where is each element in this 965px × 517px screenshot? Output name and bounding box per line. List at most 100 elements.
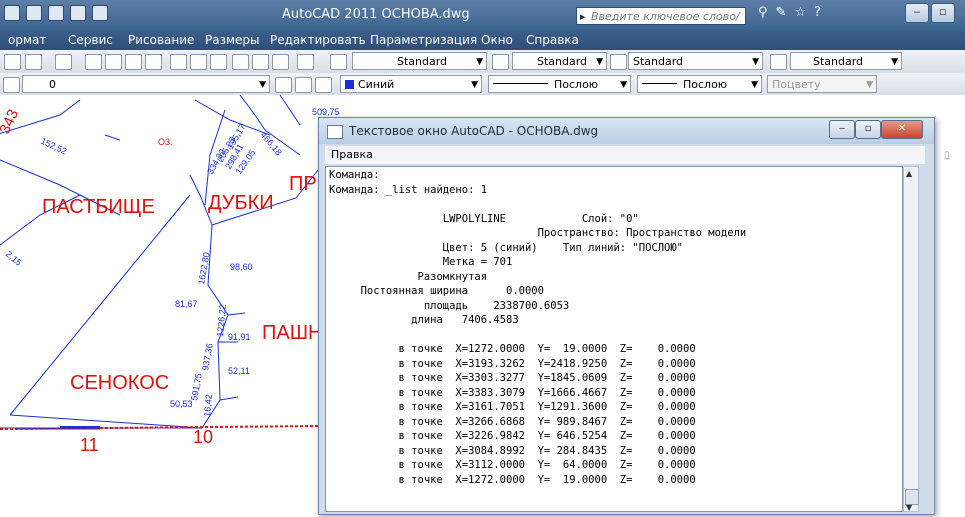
linetype-value: Послою (554, 78, 599, 91)
text-style-select[interactable]: Standard ▼ (352, 52, 487, 70)
favorite-icon[interactable]: ☆ (794, 5, 806, 20)
menu-modify[interactable]: Редактировать (270, 33, 366, 47)
dim-style-icon[interactable] (492, 54, 509, 70)
text-style-icon[interactable] (330, 54, 347, 70)
output-line: в точке X=1272.0000 Y= 19.0000 Z= 0.0000 (329, 343, 696, 355)
linetype-select[interactable]: Послою ▼ (488, 75, 631, 93)
maximize-button[interactable]: ▫ (855, 120, 881, 139)
scroll-up-icon[interactable]: ▲ (906, 169, 912, 178)
app-titlebar: AutoCAD 2011 OCHOBA.dwg Введите ключевое… (0, 0, 965, 41)
zoom-previous-icon[interactable] (145, 54, 162, 70)
menu-window[interactable]: Окно (481, 33, 513, 47)
redo-icon[interactable] (70, 5, 86, 21)
redo-icon[interactable] (55, 54, 72, 70)
undo-icon[interactable] (48, 5, 64, 21)
chevron-down-icon: ▼ (471, 80, 478, 90)
layer-select[interactable]: 0 ▼ (22, 75, 270, 93)
zoom-realtime-icon[interactable] (105, 54, 122, 70)
print-icon[interactable] (92, 5, 108, 21)
color-select[interactable]: Синий ▼ (340, 75, 482, 93)
output-line: площадь 2338700.6053 (329, 299, 570, 312)
side-marker: ▯ (944, 150, 950, 161)
multileader-style-icon[interactable] (770, 54, 787, 70)
scroll-down-icon[interactable]: ▼ (906, 503, 912, 512)
plotstyle-select[interactable]: Поцвету ▼ (767, 75, 877, 93)
chevron-down-icon: ▼ (620, 80, 627, 90)
output-line: длина 7406.4583 (329, 314, 519, 326)
markup-icon[interactable] (252, 54, 269, 70)
multileader-style-value: Standard (813, 55, 864, 68)
design-center-icon[interactable] (190, 54, 207, 70)
dim-label: 937,36 (200, 342, 215, 371)
output-line: в точке X=3161.7051 Y=1291.3600 Z= 0.000… (329, 401, 696, 413)
output-line: в точке X=3226.9842 Y= 646.5254 Z= 0.000… (329, 430, 696, 442)
chevron-down-icon: ▼ (259, 80, 266, 90)
menu-parametric[interactable]: Параметризация (370, 33, 477, 47)
menu-dimensions[interactable]: Размеры (205, 33, 260, 47)
dim-label: 81,67 (175, 299, 198, 309)
properties-icon[interactable] (170, 54, 187, 70)
parcel-line (279, 94, 301, 126)
menu-edit[interactable]: Правка (331, 148, 373, 161)
chevron-down-icon: ▼ (751, 80, 758, 90)
table-style-icon[interactable] (610, 54, 627, 70)
menu-draw[interactable]: Рисование (128, 33, 194, 47)
dim-label: 1226,22 (215, 304, 228, 337)
edit-icon[interactable] (26, 5, 42, 21)
undo-icon[interactable] (25, 54, 42, 70)
vertical-scrollbar[interactable]: ▲ ▼ (903, 166, 919, 512)
table-style-value: Standard (633, 55, 684, 68)
dim-label: 343 (0, 107, 22, 137)
make-current-icon[interactable] (295, 77, 312, 93)
text-window-output[interactable]: Команда: Команда: _list найдено: 1 LWPOLY… (325, 166, 903, 512)
close-button[interactable]: ✕ (881, 120, 923, 139)
chevron-down-icon: ▼ (752, 57, 759, 67)
standard-toolbar: Standard ▼ Standard ▼ Standard ▼ Standard ▼ (0, 50, 965, 74)
text-window-title: Текстовое окно AutoCAD - OCHOBA.dwg (349, 124, 599, 138)
pan-icon[interactable] (85, 54, 102, 70)
binoculars-icon[interactable]: ⚲ (758, 5, 768, 20)
parcel-line (227, 312, 246, 316)
dim-label: 52,11 (228, 366, 250, 376)
chevron-down-icon: ▼ (891, 57, 898, 67)
layer-match-icon[interactable] (315, 77, 332, 93)
output-line: в точке X=3193.3262 Y=2418.9250 Z= 0.000… (329, 357, 696, 370)
dim-label: 591,75 (189, 372, 204, 401)
layer-value: 0 (49, 78, 56, 91)
save-icon[interactable] (4, 5, 20, 21)
dim-label: 98,60 (230, 262, 253, 272)
chevron-down-icon: ▼ (596, 57, 603, 67)
dim-style-select[interactable]: Standard ▼ (512, 52, 607, 70)
dim-style-value: Standard (537, 55, 588, 68)
tool-palettes-icon[interactable] (210, 54, 227, 70)
layer-state-icon[interactable] (3, 77, 20, 93)
command-history: Команда: Команда: _list найдено: 1 LWPOLY… (326, 167, 902, 488)
multileader-style-select[interactable]: Standard ▼ (790, 52, 902, 70)
chevron-down-icon: ▼ (476, 57, 483, 67)
layer-previous-icon[interactable] (275, 77, 292, 93)
lineweight-select[interactable]: Послою ▼ (637, 75, 762, 93)
minimize-button[interactable]: ‒ (829, 120, 855, 139)
menu-help[interactable]: Справка (526, 33, 579, 47)
dim-label: 50,53 (170, 399, 193, 409)
minimize-button[interactable]: ‒ (905, 3, 929, 23)
search-input[interactable]: Введите ключевое слово/фразу (576, 7, 746, 41)
tools-icon[interactable]: ✎ (776, 5, 787, 20)
zoom-window-icon[interactable] (125, 54, 142, 70)
help-icon[interactable] (297, 54, 314, 70)
help-icon[interactable]: ? (814, 5, 821, 20)
color-swatch-icon (345, 80, 354, 89)
calculator-icon[interactable] (272, 54, 289, 70)
menu-format[interactable]: ормат (8, 33, 46, 47)
text-window-titlebar[interactable]: Текстовое окно AutoCAD - OCHOBA.dwg ‒ ▫ … (319, 118, 934, 144)
restore-button[interactable]: ▫ (931, 3, 955, 23)
menu-service[interactable]: Сервис (68, 33, 113, 47)
label-dubki: ДУБКИ (208, 192, 274, 214)
table-style-select[interactable]: Standard ▼ (628, 52, 763, 70)
sheet-set-icon[interactable] (232, 54, 249, 70)
dim-label: 2,15 (4, 249, 24, 268)
output-line: в точке X=1272.0000 Y= 19.0000 Z= 0.0000 (329, 473, 696, 486)
lineweight-value: Послою (683, 78, 728, 91)
